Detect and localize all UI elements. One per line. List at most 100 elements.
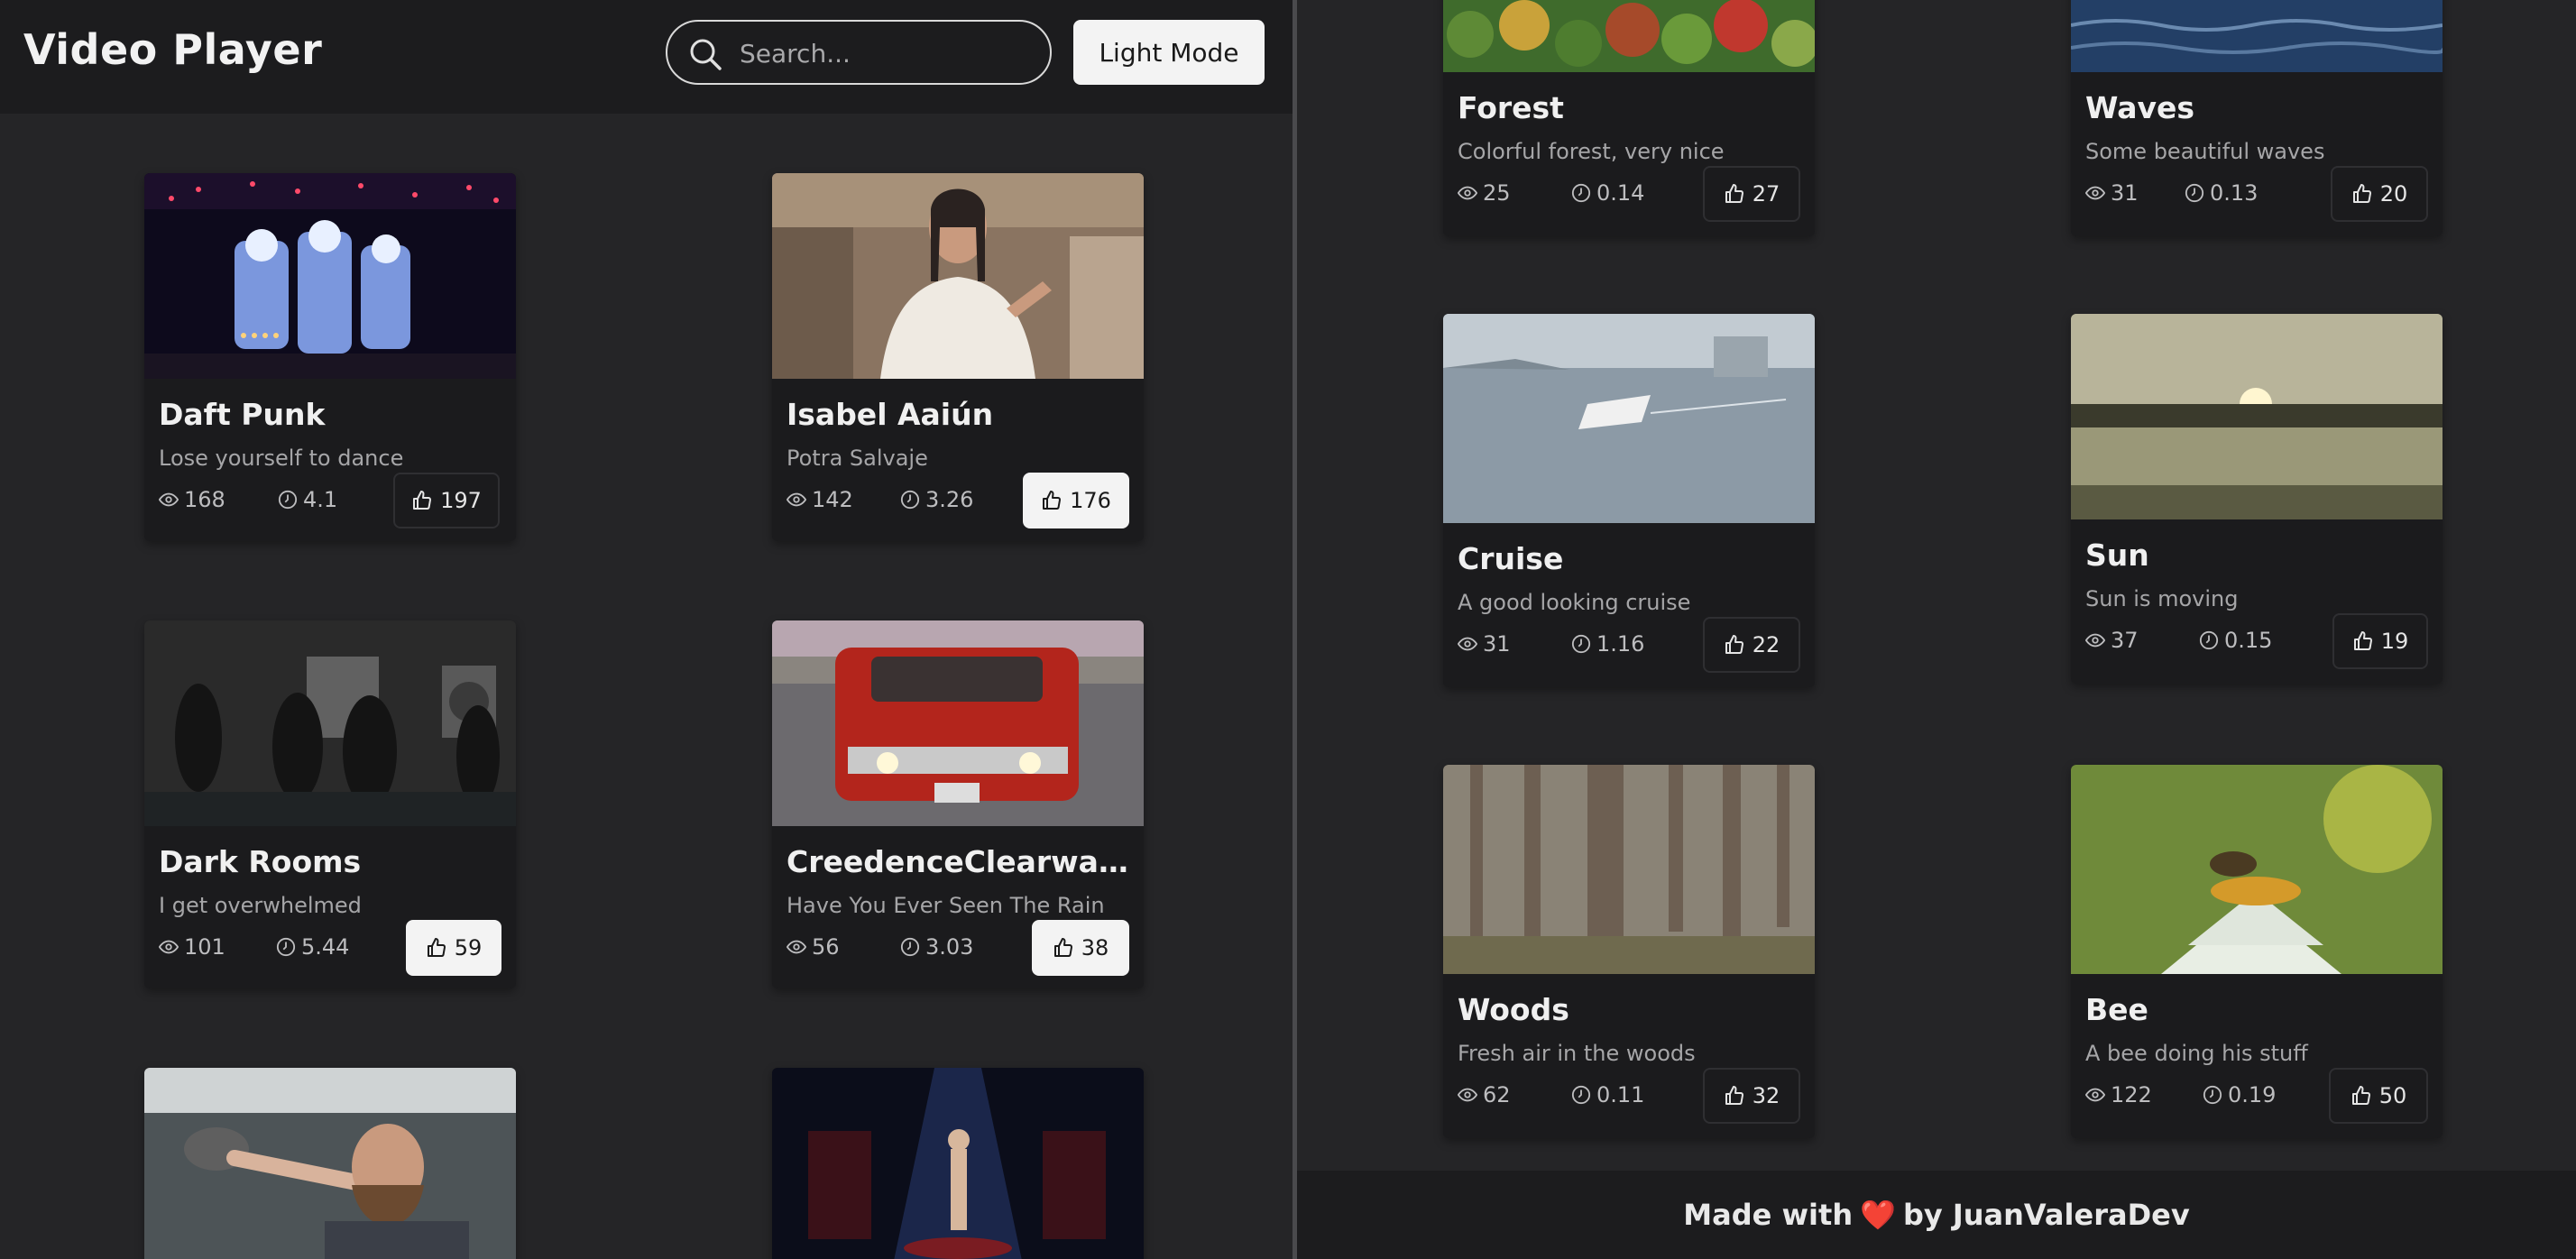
like-button[interactable]: 19 — [2332, 613, 2428, 669]
video-card[interactable]: Cruise A good looking cruise 31 1.16 22 — [1443, 314, 1815, 687]
video-thumbnail[interactable] — [2071, 0, 2443, 72]
video-title: Dark Rooms — [159, 844, 362, 879]
view-count: 62 — [1458, 1082, 1511, 1107]
like-button[interactable]: 27 — [1703, 166, 1800, 222]
thumbs-up-icon — [1725, 184, 1743, 203]
clock-icon — [900, 490, 920, 510]
like-button[interactable]: 38 — [1032, 920, 1129, 976]
video-thumbnail[interactable] — [1443, 314, 1815, 523]
thumbs-up-icon — [1043, 491, 1062, 510]
duration-value: 3.26 — [925, 487, 974, 512]
like-count: 176 — [1070, 488, 1111, 513]
video-thumbnail[interactable] — [2071, 765, 2443, 974]
view-count-value: 31 — [2111, 180, 2139, 206]
video-card[interactable]: Bee A bee doing his stuff 122 0.19 50 — [2071, 765, 2443, 1138]
duration-value: 0.11 — [1596, 1082, 1645, 1107]
video-thumbnail[interactable] — [2071, 314, 2443, 519]
thumbs-up-icon — [427, 938, 446, 957]
video-description: Have You Ever Seen The Rain — [787, 893, 1105, 918]
eye-icon — [159, 940, 179, 954]
view-count: 142 — [787, 487, 853, 512]
clock-icon — [2199, 630, 2219, 650]
video-description: Potra Salvaje — [787, 446, 928, 471]
video-card[interactable]: Sun Sun is moving 37 0.15 19 — [2071, 314, 2443, 684]
duration-value: 0.14 — [1596, 180, 1645, 206]
view-count-value: 37 — [2111, 628, 2139, 653]
clock-icon — [278, 490, 298, 510]
like-button[interactable]: 20 — [2331, 166, 2428, 222]
video-card[interactable] — [772, 1068, 1144, 1259]
duration: 3.26 — [900, 487, 973, 512]
duration: 0.15 — [2199, 628, 2272, 653]
like-button[interactable]: 50 — [2329, 1068, 2428, 1124]
video-title: CreedenceClearwater... — [787, 844, 1133, 879]
video-description: I get overwhelmed — [159, 893, 362, 918]
video-card[interactable] — [144, 1068, 516, 1259]
duration: 4.1 — [278, 487, 337, 512]
video-thumbnail[interactable] — [144, 173, 516, 379]
like-button[interactable]: 197 — [393, 473, 500, 528]
video-title: Sun — [2085, 538, 2149, 573]
video-title: Daft Punk — [159, 397, 326, 432]
clock-icon — [900, 937, 920, 957]
thumbs-up-icon — [1725, 635, 1743, 654]
video-card[interactable]: Isabel Aaiún Potra Salvaje 142 3.26 176 — [772, 173, 1144, 541]
video-card[interactable]: Dark Rooms I get overwhelmed 101 5.44 59 — [144, 620, 516, 988]
video-card[interactable]: CreedenceClearwater... Have You Ever See… — [772, 620, 1144, 988]
like-button[interactable]: 22 — [1703, 617, 1800, 673]
like-button[interactable]: 59 — [406, 920, 501, 976]
duration-value: 5.44 — [301, 934, 350, 960]
like-count: 59 — [454, 935, 483, 960]
like-count: 38 — [1081, 935, 1109, 960]
view-count-value: 56 — [812, 934, 840, 960]
heart-icon: ❤️ — [1860, 1198, 1896, 1232]
duration: 5.44 — [276, 934, 349, 960]
footer: Made with ❤️ by JuanValeraDev — [1297, 1171, 2576, 1259]
clock-icon — [1571, 634, 1591, 654]
video-thumbnail[interactable] — [1443, 765, 1815, 974]
search-input[interactable] — [740, 32, 1037, 74]
like-count: 22 — [1752, 632, 1780, 657]
video-thumbnail[interactable] — [772, 620, 1144, 826]
eye-icon — [787, 492, 806, 507]
video-thumbnail[interactable] — [772, 173, 1144, 379]
view-count: 31 — [2085, 180, 2139, 206]
like-count: 27 — [1752, 181, 1780, 207]
eye-icon — [2085, 1088, 2105, 1102]
clock-icon — [2203, 1085, 2222, 1105]
video-card[interactable]: Forest Colorful forest, very nice 25 0.1… — [1443, 0, 1815, 236]
video-description: Colorful forest, very nice — [1458, 139, 1725, 164]
video-thumbnail[interactable] — [1443, 0, 1815, 72]
like-button[interactable]: 176 — [1023, 473, 1129, 528]
like-button[interactable]: 32 — [1703, 1068, 1800, 1124]
view-count: 56 — [787, 934, 840, 960]
duration-value: 3.03 — [925, 934, 974, 960]
video-card[interactable]: Waves Some beautiful waves 31 0.13 20 — [2071, 0, 2443, 236]
video-title: Bee — [2085, 992, 2148, 1027]
video-card[interactable]: Woods Fresh air in the woods 62 0.11 32 — [1443, 765, 1815, 1138]
video-thumbnail[interactable] — [144, 1068, 516, 1259]
video-description: A bee doing his stuff — [2085, 1041, 2308, 1066]
video-thumbnail[interactable] — [144, 620, 516, 826]
eye-icon — [2085, 186, 2105, 200]
light-mode-button[interactable]: Light Mode — [1073, 20, 1265, 85]
duration: 0.11 — [1571, 1082, 1644, 1107]
duration-value: 1.16 — [1596, 631, 1645, 657]
thumbs-up-icon — [413, 491, 432, 510]
video-title: Woods — [1458, 992, 1569, 1027]
view-count: 25 — [1458, 180, 1511, 206]
view-count: 168 — [159, 487, 225, 512]
duration-value: 0.13 — [2210, 180, 2259, 206]
duration: 0.19 — [2203, 1082, 2276, 1107]
app-header: Video Player Light Mode — [0, 0, 1293, 114]
video-description: Lose yourself to dance — [159, 446, 404, 471]
app-title: Video Player — [23, 25, 323, 74]
search-box[interactable] — [666, 20, 1052, 85]
video-card[interactable]: Daft Punk Lose yourself to dance 168 4.1… — [144, 173, 516, 541]
video-title: Cruise — [1458, 541, 1564, 576]
search-icon — [690, 39, 722, 70]
video-thumbnail[interactable] — [772, 1068, 1144, 1259]
clock-icon — [276, 937, 296, 957]
footer-author[interactable]: by JuanValeraDev — [1903, 1198, 2190, 1232]
duration-value: 0.19 — [2228, 1082, 2277, 1107]
